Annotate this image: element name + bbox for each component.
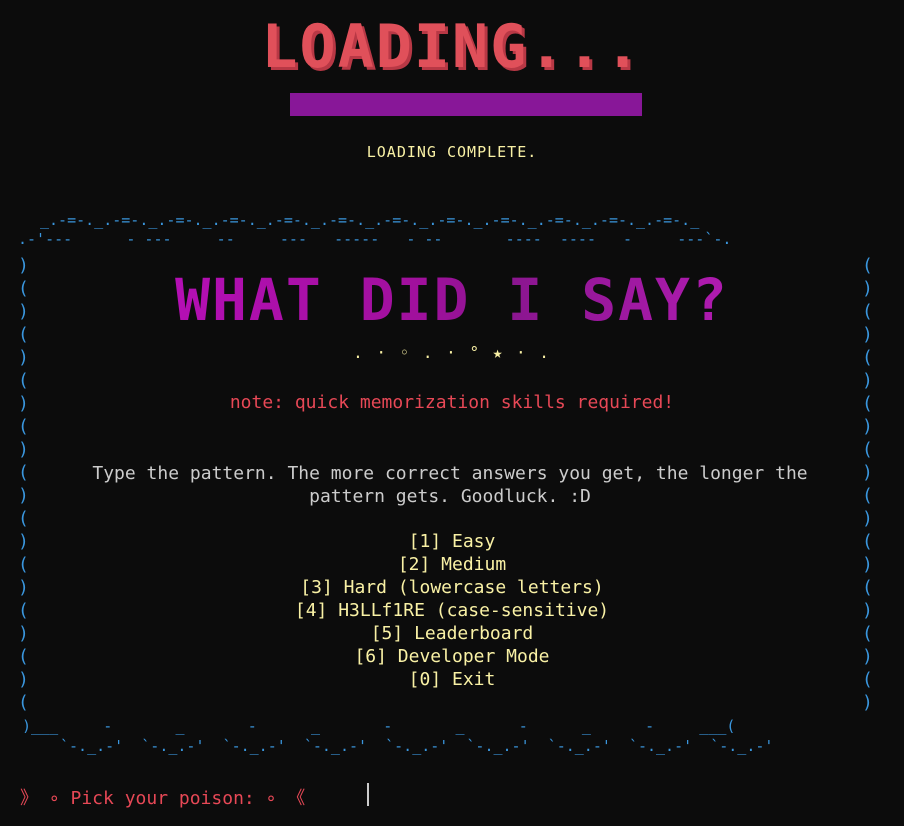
- menu-item-leaderboard[interactable]: [5] Leaderboard: [0, 622, 904, 645]
- instructions-text: Type the pattern. The more correct answe…: [92, 463, 808, 507]
- frame-bottom-border: )___ - _ - _ - _ - _ - ___(: [22, 717, 736, 735]
- menu-item-exit[interactable]: [0] Exit: [0, 668, 904, 691]
- menu-item-hard[interactable]: [3] Hard (lowercase letters): [0, 576, 904, 599]
- frame-top-border-inner: .-'--- - --- -- --- ----- - -- ---- ----…: [18, 230, 732, 248]
- menu-item-hellfire[interactable]: [4] H3LLf1RE (case-sensitive): [0, 599, 904, 622]
- menu-item-easy[interactable]: [1] Easy: [0, 530, 904, 553]
- loading-banner: LOADING...: [0, 12, 904, 82]
- difficulty-menu: [1] Easy [2] Medium [3] Hard (lowercase …: [0, 530, 904, 691]
- menu-item-medium[interactable]: [2] Medium: [0, 553, 904, 576]
- sparkle-decoration: . · ◦ . · ° ★ · .: [353, 343, 551, 362]
- frame-bottom-border-outer: `-._.-' `-._.-' `-._.-' `-._.-' `-._.-' …: [60, 737, 774, 755]
- input-prompt: 》 ∘ Pick your poison: ∘ 《: [20, 788, 306, 809]
- progress-bar: [290, 93, 642, 116]
- memorization-note: note: quick memorization skills required…: [229, 392, 675, 413]
- progress-fill: [290, 93, 642, 116]
- menu-item-developer-mode[interactable]: [6] Developer Mode: [0, 645, 904, 668]
- game-title: WHAT DID I SAY?: [0, 266, 904, 334]
- loading-banner-text: LOADING...: [261, 12, 643, 82]
- text-cursor[interactable]: [367, 783, 369, 806]
- loading-status: LOADING COMPLETE.: [366, 143, 538, 161]
- game-title-text: WHAT DID I SAY?: [175, 266, 729, 334]
- frame-top-border: _.-=-._.-=-._.-=-._.-=-._.-=-._.-=-._.-=…: [40, 211, 700, 229]
